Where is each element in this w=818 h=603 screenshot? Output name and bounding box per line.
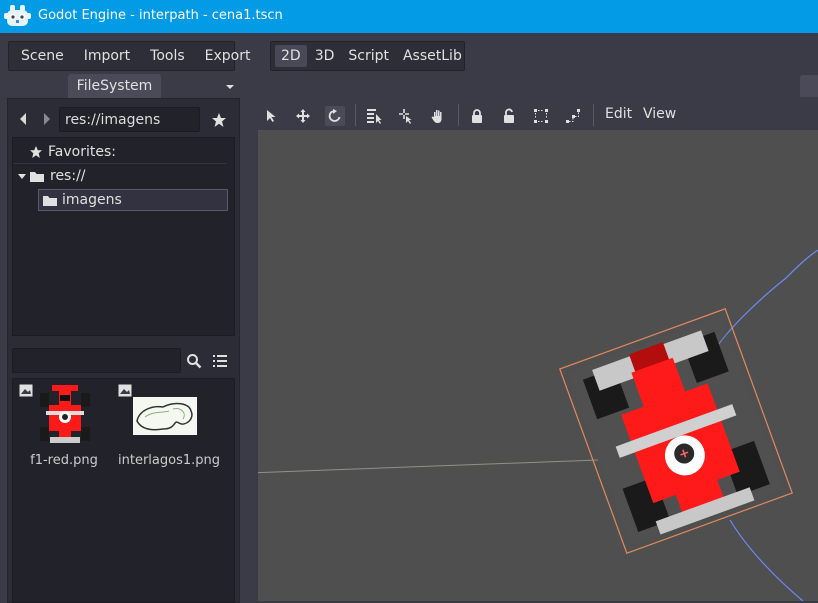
godot-logo-icon xyxy=(4,4,31,33)
menu-export[interactable]: Export xyxy=(197,48,259,64)
tab-3d[interactable]: 3D xyxy=(309,45,341,67)
tree-folder-label: imagens xyxy=(62,192,122,208)
dock-menu-arrow-icon[interactable] xyxy=(224,78,236,90)
group-icon[interactable] xyxy=(531,106,551,126)
file-grid: f1-red.png interlagos1.png xyxy=(12,378,235,603)
unlock-icon[interactable] xyxy=(499,106,519,126)
search-icon[interactable] xyxy=(186,353,202,369)
file-thumbnail-track xyxy=(133,397,197,439)
canvas-viewport[interactable] xyxy=(258,130,818,601)
menu-tools[interactable]: Tools xyxy=(142,48,193,64)
tree-favorites-label: Favorites: xyxy=(48,144,116,160)
back-arrow-icon[interactable] xyxy=(17,111,31,127)
tab-filesystem[interactable]: FileSystem xyxy=(68,74,161,98)
pan-icon[interactable] xyxy=(428,106,448,126)
move-icon[interactable] xyxy=(293,106,313,126)
guide-line xyxy=(258,459,599,474)
car-sprite xyxy=(559,308,793,554)
star-icon xyxy=(29,145,43,159)
tree-root[interactable]: res:// xyxy=(17,165,86,187)
image-icon xyxy=(19,384,33,401)
list-select-icon[interactable] xyxy=(364,106,384,126)
right-dock-tab[interactable] xyxy=(800,75,818,97)
file-item-f1-red[interactable]: f1-red.png xyxy=(16,381,112,471)
window-title: Godot Engine - interpath - cena1.tscn xyxy=(38,8,283,23)
tree-divider xyxy=(14,163,226,164)
canvas-scene xyxy=(258,249,818,601)
title-bar: Godot Engine - interpath - cena1.tscn xyxy=(0,0,818,33)
toolbar-separator xyxy=(593,104,594,126)
menu-bar: Scene Import Tools Export xyxy=(8,41,250,71)
folder-tree: Favorites: res:// imagens xyxy=(12,137,235,336)
file-name-f1-red: f1-red.png xyxy=(30,453,98,468)
ungroup-icon[interactable] xyxy=(563,106,583,126)
collapse-arrow-icon[interactable] xyxy=(17,171,27,181)
file-name-interlagos1: interlagos1.png xyxy=(118,453,220,468)
menu-scene[interactable]: Scene xyxy=(13,48,72,64)
forward-arrow-icon[interactable] xyxy=(40,111,54,127)
menu-import[interactable]: Import xyxy=(76,48,138,64)
file-thumbnail-car xyxy=(38,383,92,451)
menu-view[interactable]: View xyxy=(643,106,676,122)
pivot-icon[interactable] xyxy=(396,106,416,126)
main-screen-switcher: 2D 3D Script AssetLib xyxy=(270,41,465,71)
tab-script[interactable]: Script xyxy=(342,45,395,67)
menu-edit[interactable]: Edit xyxy=(605,106,632,122)
path-curve-lower xyxy=(729,519,804,601)
image-icon xyxy=(118,384,132,401)
favorite-star-icon[interactable] xyxy=(211,112,227,128)
tree-root-label: res:// xyxy=(50,168,86,184)
file-search-input[interactable] xyxy=(12,348,181,373)
folder-icon xyxy=(29,170,45,183)
folder-icon xyxy=(42,194,58,207)
path-curve xyxy=(715,249,818,349)
toolbar-separator xyxy=(458,104,459,126)
tree-folder-imagens[interactable]: imagens xyxy=(38,189,228,211)
list-view-icon[interactable] xyxy=(212,353,228,369)
tree-favorites[interactable]: Favorites: xyxy=(29,141,116,163)
toolbar-separator xyxy=(355,104,356,126)
lock-icon[interactable] xyxy=(467,106,487,126)
tab-2d[interactable]: 2D xyxy=(275,45,307,67)
tab-assetlib[interactable]: AssetLib xyxy=(397,45,468,67)
rotate-icon[interactable] xyxy=(325,106,345,126)
select-icon[interactable] xyxy=(261,106,281,126)
path-field[interactable] xyxy=(59,107,200,132)
file-item-interlagos1[interactable]: interlagos1.png xyxy=(115,381,223,471)
